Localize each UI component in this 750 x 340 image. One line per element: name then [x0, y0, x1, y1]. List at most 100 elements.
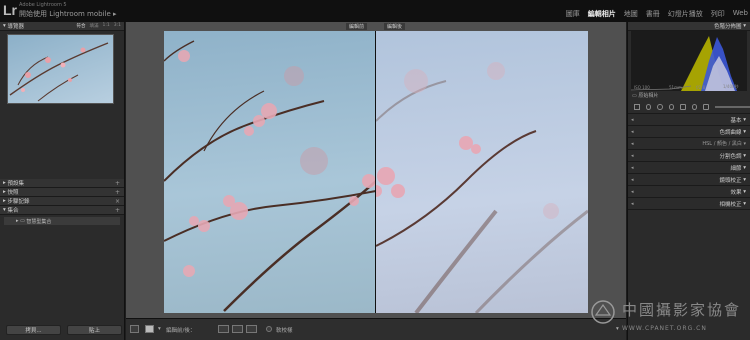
- history-label: 步驟記錄: [7, 199, 30, 205]
- color-tab[interactable]: 顏色: [717, 141, 727, 147]
- zoom-3-1[interactable]: 3:1: [114, 23, 121, 29]
- tool-strip: [628, 100, 750, 114]
- identity-text: 開始使用 Lightroom mobile: [19, 10, 111, 18]
- histo-iso: ISO 100: [634, 85, 650, 90]
- image-canvas: 編輯前 編輯後: [126, 22, 626, 318]
- effects-panel-header[interactable]: ◂ 效果 ▾: [628, 186, 750, 198]
- effects-label: 效果: [730, 189, 742, 196]
- lens-correction-panel-header[interactable]: ◂ 鏡頭校正 ▾: [628, 174, 750, 186]
- triangle-left-icon: ◂: [631, 116, 634, 123]
- navigator-preview[interactable]: [7, 34, 114, 104]
- collections-panel-header[interactable]: ▾ 集合 +: [0, 206, 124, 215]
- tone-curve-label: 色調曲線: [719, 129, 742, 136]
- histo-shutter: 1/400秒: [723, 84, 739, 89]
- basic-panel-header[interactable]: ◂ 基本 ▾: [628, 114, 750, 126]
- hsl-panel-header[interactable]: ◂ HSL / 顏色 / 黑白 ▾: [628, 138, 750, 150]
- left-panel: ▾ 導覽器 符合 填滿 1:1 3:1 ▸ 預設集 + ▸ 快照 + ▸ 步驟記錄 ×…: [0, 22, 125, 340]
- navigator-zoom-options: 符合 填滿 1:1 3:1: [77, 23, 122, 29]
- lightroom-logo: Lr: [3, 2, 17, 18]
- copy-paste-buttons: 拷貝... 貼上: [6, 325, 122, 335]
- cpa-logo-icon: [591, 300, 615, 324]
- soft-proof-label: 軟校樣: [276, 328, 293, 334]
- right-panel: 色階分佈圖 ▾ ISO 100 51mm f/2.8 1/400秒 ▭ 原始相片…: [627, 22, 750, 340]
- after-image[interactable]: [376, 31, 588, 313]
- triangle-down-icon: ▾: [741, 23, 746, 29]
- histogram-title: 色階分佈圖: [713, 24, 742, 30]
- before-after-photo[interactable]: [164, 31, 588, 313]
- loupe-view-icon[interactable]: [130, 325, 139, 333]
- triangle-left-icon: ◂: [631, 140, 634, 147]
- copy-after-to-before-icon[interactable]: [246, 325, 257, 333]
- spot-removal-icon[interactable]: [657, 103, 663, 110]
- grid-icon[interactable]: [634, 103, 640, 110]
- hsl-tabs: HSL / 顏色 / 黑白 ▾: [702, 141, 746, 147]
- basic-label: 基本: [730, 117, 742, 124]
- bw-tab[interactable]: 黑白: [732, 141, 742, 147]
- swap-before-after-icon[interactable]: [218, 325, 229, 333]
- snapshots-label: 快照: [7, 190, 19, 196]
- before-label: 編輯前: [346, 23, 368, 30]
- compare-divider: [375, 31, 376, 313]
- lens-correction-label: 鏡頭校正: [719, 177, 742, 184]
- histo-focal: 51mm: [669, 85, 682, 90]
- presets-label: 預設集: [7, 181, 25, 187]
- hsl-tab[interactable]: HSL: [702, 141, 712, 147]
- copy-button[interactable]: 拷貝...: [6, 325, 61, 335]
- add-icon[interactable]: +: [115, 189, 120, 196]
- crop-icon[interactable]: [645, 103, 652, 110]
- module-book[interactable]: 書冊: [646, 9, 660, 19]
- close-icon[interactable]: ×: [115, 198, 120, 205]
- snapshots-panel-header[interactable]: ▸ 快照 +: [0, 188, 124, 197]
- zoom-fit[interactable]: 符合: [77, 23, 86, 29]
- histogram-header[interactable]: 色階分佈圖 ▾: [628, 22, 750, 31]
- triangle-left-icon: ◂: [631, 176, 634, 183]
- paste-button[interactable]: 貼上: [67, 325, 122, 335]
- module-slideshow[interactable]: 幻燈片播放: [668, 9, 703, 19]
- smart-collection-item[interactable]: ▸ ▭ 智慧型集合: [4, 217, 120, 225]
- watermark-url: WWW.CPANET.ORG.CN: [622, 325, 707, 332]
- navigator-header[interactable]: ▾ 導覽器 符合 填滿 1:1 3:1: [0, 22, 124, 31]
- presets-panel-header[interactable]: ▸ 預設集 +: [0, 179, 124, 188]
- zoom-fill[interactable]: 填滿: [90, 23, 99, 29]
- module-print[interactable]: 列印: [711, 9, 725, 19]
- smart-collection-label: 智慧型集合: [26, 218, 52, 225]
- module-map[interactable]: 地圖: [624, 9, 638, 19]
- add-icon[interactable]: +: [115, 207, 120, 214]
- tool-slider[interactable]: [714, 105, 750, 108]
- triangle-left-icon: ◂: [631, 188, 634, 195]
- histogram[interactable]: ISO 100 51mm f/2.8 1/400秒: [631, 31, 747, 91]
- red-eye-icon[interactable]: [668, 103, 675, 110]
- triangle-left-icon: ◂: [631, 152, 634, 159]
- add-icon[interactable]: +: [115, 180, 120, 187]
- toolbar: ▾ 編輯前/後： 軟校樣 ▾: [126, 318, 626, 340]
- identity-plate[interactable]: 開始使用 Lightroom mobile ▸: [19, 9, 117, 19]
- before-image[interactable]: [164, 31, 376, 313]
- tone-curve-panel-header[interactable]: ◂ 色調曲線 ▾: [628, 126, 750, 138]
- original-photo-row: ▭ 原始相片: [628, 91, 750, 100]
- split-toning-panel-header[interactable]: ◂ 分割色調 ▾: [628, 150, 750, 162]
- module-develop[interactable]: 編輯相片: [588, 9, 616, 19]
- brush-icon[interactable]: [703, 103, 709, 110]
- original-photo-label: 原始相片: [638, 93, 659, 99]
- detail-panel-header[interactable]: ◂ 細節 ▾: [628, 162, 750, 174]
- watermark: 中國攝影家協會 WWW.CPANET.ORG.CN: [590, 295, 750, 340]
- split-toning-label: 分割色調: [719, 153, 742, 160]
- histo-aperture: f/2.8: [696, 85, 706, 90]
- triangle-left-icon: ◂: [631, 128, 634, 135]
- folder-icon: ▸ ▭: [16, 218, 27, 224]
- graduated-filter-icon[interactable]: [680, 103, 686, 110]
- before-after-view-icon[interactable]: [145, 325, 154, 333]
- copy-before-to-after-icon[interactable]: [232, 325, 243, 333]
- module-library[interactable]: 圖庫: [566, 9, 580, 19]
- watermark-text: 中國攝影家協會: [622, 301, 742, 319]
- after-label: 編輯後: [384, 23, 406, 30]
- triangle-down-icon[interactable]: ▾: [158, 326, 161, 332]
- soft-proof-checkbox[interactable]: [266, 326, 272, 332]
- zoom-1-1[interactable]: 1:1: [103, 23, 110, 29]
- camera-calibration-panel-header[interactable]: ◂ 相機校正 ▾: [628, 198, 750, 210]
- triangle-left-icon: ◂: [631, 164, 634, 171]
- module-web[interactable]: Web: [733, 9, 748, 19]
- top-bar: Lr Adobe Lightroom 5 開始使用 Lightroom mobi…: [0, 0, 750, 22]
- history-panel-header[interactable]: ▸ 步驟記錄 ×: [0, 197, 124, 206]
- radial-filter-icon[interactable]: [691, 103, 698, 110]
